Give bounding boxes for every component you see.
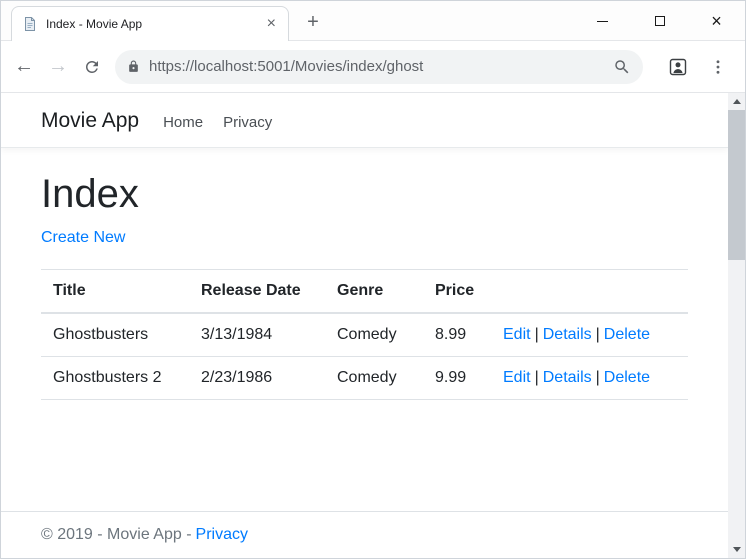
url-text[interactable]: https://localhost:5001/Movies/index/ghos… bbox=[149, 58, 613, 75]
action-separator: | bbox=[534, 369, 539, 386]
details-link[interactable]: Details bbox=[543, 369, 592, 386]
cell-release-date: 2/23/1986 bbox=[189, 356, 325, 400]
delete-link[interactable]: Delete bbox=[604, 369, 650, 386]
cell-price: 9.99 bbox=[423, 356, 491, 400]
new-tab-button[interactable]: + bbox=[301, 11, 325, 34]
site-footer: © 2019 - Movie App - Privacy bbox=[1, 511, 728, 558]
edit-link[interactable]: Edit bbox=[503, 326, 531, 343]
cell-genre: Comedy bbox=[325, 313, 423, 357]
footer-privacy-link[interactable]: Privacy bbox=[196, 526, 248, 543]
cell-genre: Comedy bbox=[325, 356, 423, 400]
tab-strip: Index - Movie App × + × bbox=[1, 1, 745, 41]
minimize-button[interactable] bbox=[574, 1, 631, 41]
table-row: Ghostbusters 2 2/23/1986 Comedy 9.99 Edi… bbox=[41, 356, 688, 400]
toolbar-right bbox=[655, 50, 735, 84]
close-button[interactable]: × bbox=[688, 1, 745, 41]
column-header-actions bbox=[491, 269, 688, 314]
tab-close-icon[interactable]: × bbox=[261, 14, 282, 34]
column-header-title: Title bbox=[41, 269, 189, 314]
browser-toolbar: ← → https://localhost:5001/Movies/index/… bbox=[1, 41, 745, 93]
column-header-release-date: Release Date bbox=[189, 269, 325, 314]
edit-link[interactable]: Edit bbox=[503, 369, 531, 386]
scroll-up-icon bbox=[732, 99, 741, 104]
scroll-down-button[interactable] bbox=[728, 541, 745, 558]
nav-link-privacy[interactable]: Privacy bbox=[223, 114, 272, 131]
create-new-link[interactable]: Create New bbox=[41, 229, 125, 246]
footer-text: © 2019 - Movie App - bbox=[41, 526, 192, 543]
action-separator: | bbox=[595, 369, 600, 386]
action-separator: | bbox=[534, 326, 539, 343]
search-icon[interactable] bbox=[613, 58, 631, 76]
cell-actions: Edit | Details | Delete bbox=[491, 313, 688, 357]
movies-table: Title Release Date Genre Price Ghostbust… bbox=[41, 269, 688, 400]
maximize-button[interactable] bbox=[631, 1, 688, 41]
scroll-down-icon bbox=[732, 547, 741, 552]
browser-tab[interactable]: Index - Movie App × bbox=[11, 6, 289, 41]
minimize-icon bbox=[597, 20, 608, 22]
window-controls: × bbox=[574, 1, 745, 41]
menu-button[interactable] bbox=[701, 50, 735, 84]
table-row: Ghostbusters 3/13/1984 Comedy 8.99 Edit |… bbox=[41, 313, 688, 357]
refresh-icon bbox=[83, 58, 101, 76]
page-title: Index bbox=[41, 172, 139, 216]
table-header-row: Title Release Date Genre Price bbox=[41, 269, 688, 314]
scroll-thumb[interactable] bbox=[728, 110, 745, 260]
cell-title: Ghostbusters bbox=[41, 313, 189, 357]
cell-release-date: 3/13/1984 bbox=[189, 313, 325, 357]
main-content: Index Create New Title Release Date Genr… bbox=[1, 148, 728, 511]
scrollbar[interactable] bbox=[728, 93, 745, 558]
profile-icon bbox=[668, 57, 688, 77]
cell-actions: Edit | Details | Delete bbox=[491, 356, 688, 400]
close-icon: × bbox=[711, 11, 722, 31]
site-navbar: Movie App Home Privacy bbox=[1, 93, 728, 148]
column-header-price: Price bbox=[423, 269, 491, 314]
page-viewport: Movie App Home Privacy Index Create New … bbox=[1, 93, 745, 558]
cell-title: Ghostbusters 2 bbox=[41, 356, 189, 400]
column-header-genre: Genre bbox=[325, 269, 423, 314]
action-separator: | bbox=[595, 326, 600, 343]
profile-button[interactable] bbox=[661, 50, 695, 84]
details-link[interactable]: Details bbox=[543, 326, 592, 343]
maximize-icon bbox=[654, 16, 665, 26]
page-favicon-icon bbox=[22, 16, 38, 32]
refresh-button[interactable] bbox=[75, 50, 109, 84]
nav-link-home[interactable]: Home bbox=[163, 114, 203, 131]
tab-title: Index - Movie App bbox=[46, 17, 143, 31]
scroll-up-button[interactable] bbox=[728, 93, 745, 110]
browser-window: Index - Movie App × + × ← → https://loca… bbox=[0, 0, 746, 559]
lock-icon[interactable] bbox=[127, 60, 140, 73]
address-bar[interactable]: https://localhost:5001/Movies/index/ghos… bbox=[115, 49, 643, 84]
back-button[interactable]: ← bbox=[7, 50, 41, 84]
menu-icon bbox=[709, 58, 727, 76]
cell-price: 8.99 bbox=[423, 313, 491, 357]
delete-link[interactable]: Delete bbox=[604, 326, 650, 343]
brand-link[interactable]: Movie App bbox=[41, 109, 139, 133]
forward-button[interactable]: → bbox=[41, 50, 75, 84]
